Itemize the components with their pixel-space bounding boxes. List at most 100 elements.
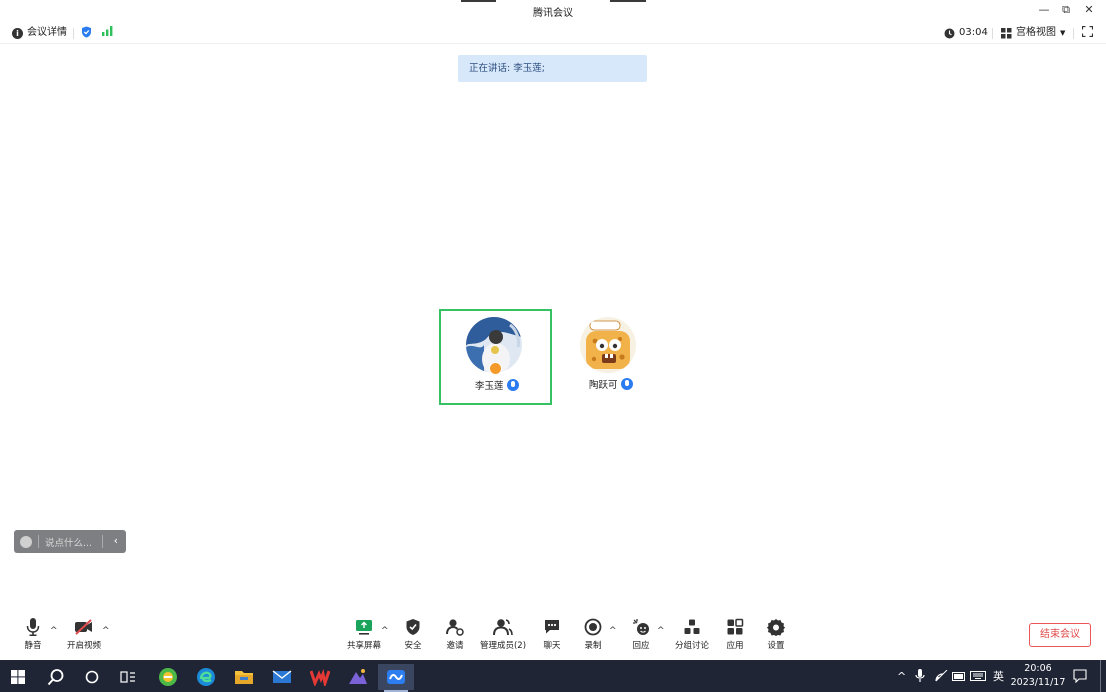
notification-icon <box>1073 669 1087 683</box>
taskbar-app-edge[interactable] <box>188 664 224 690</box>
windows-logo-icon <box>11 670 25 684</box>
start-video-button[interactable]: 开启视频 <box>66 618 102 656</box>
chat-label: 聊天 <box>543 641 561 651</box>
title-bar: 腾讯会议 — ⧉ ✕ <box>0 0 1106 21</box>
close-button[interactable]: ✕ <box>1079 2 1099 18</box>
react-label: 回应 <box>632 641 650 651</box>
security-status[interactable] <box>81 26 92 38</box>
participant-name: 李玉莲 <box>475 378 519 392</box>
add-user-icon <box>446 619 464 636</box>
record-label: 录制 <box>584 641 602 651</box>
battery-icon[interactable] <box>952 660 966 692</box>
security-label: 安全 <box>404 641 422 651</box>
microphone-icon <box>26 618 40 636</box>
view-mode-dropdown[interactable]: 宫格视图 ▼ <box>1001 26 1065 40</box>
folder-icon <box>235 671 253 684</box>
browser-icon <box>159 668 177 686</box>
info-bar: i 会议详情 03:04 宫格视图 ▼ <box>0 22 1106 44</box>
meeting-details-button[interactable]: i 会议详情 <box>12 26 67 40</box>
minimize-button[interactable]: — <box>1034 2 1054 18</box>
network-status[interactable] <box>102 26 114 36</box>
gear-icon <box>767 619 785 636</box>
chat-placeholder: 说点什么... <box>45 537 93 549</box>
settings-label: 设置 <box>767 641 785 651</box>
share-options-chevron-icon[interactable]: ^ <box>381 626 389 636</box>
input-method-indicator[interactable]: 英 <box>993 660 1004 692</box>
taskbar-app-wps[interactable] <box>302 664 338 690</box>
shield-icon <box>406 619 420 635</box>
collapse-chevron-icon[interactable]: ‹ <box>114 534 118 547</box>
keyboard-icon[interactable] <box>970 660 986 692</box>
share-screen-icon <box>356 620 372 635</box>
taskbar-app-explorer[interactable] <box>226 664 262 690</box>
divider <box>73 28 74 39</box>
tray-microphone-icon[interactable] <box>915 660 925 692</box>
manage-members-label: 管理成员(2) <box>479 641 527 651</box>
taskbar-app-mail[interactable] <box>264 664 300 690</box>
apps-button[interactable]: 应用 <box>724 618 746 656</box>
chat-button[interactable]: 聊天 <box>541 618 563 656</box>
breakout-icon <box>684 619 700 634</box>
task-view-button[interactable] <box>110 664 146 690</box>
react-options-chevron-icon[interactable]: ^ <box>657 626 665 636</box>
view-mode-label: 宫格视图 <box>1016 27 1056 38</box>
start-video-label: 开启视频 <box>66 641 101 651</box>
meeting-toolbar: 静音 ^ 开启视频 ^ 共享屏幕 ^ 安全 邀请 管理成员(2) 聊天 录制 ^… <box>0 612 1106 660</box>
meeting-window: 腾讯会议 — ⧉ ✕ i 会议详情 03:04 宫格视图 ▼ 正在讲话: 李玉莲… <box>0 0 1106 660</box>
breakout-rooms-label: 分组讨论 <box>674 641 709 651</box>
share-screen-button[interactable]: 共享屏幕 <box>345 618 383 656</box>
mail-icon <box>272 670 292 683</box>
divider <box>992 28 993 39</box>
emoji-icon[interactable] <box>20 535 32 548</box>
meeting-details-label: 会议详情 <box>27 27 67 38</box>
search-button[interactable] <box>38 664 74 690</box>
restore-button[interactable]: ⧉ <box>1056 2 1076 18</box>
system-clock[interactable]: 20:06 2023/11/17 <box>1010 662 1066 690</box>
window-title: 腾讯会议 <box>533 8 573 19</box>
breakout-rooms-button[interactable]: 分组讨论 <box>672 618 712 656</box>
mute-options-chevron-icon[interactable]: ^ <box>50 626 58 636</box>
participant-tile[interactable]: 陶跃可 <box>552 309 665 405</box>
share-screen-label: 共享屏幕 <box>346 641 381 651</box>
wifi-icon[interactable] <box>935 660 948 692</box>
camera-off-icon <box>75 619 92 635</box>
start-button[interactable] <box>0 664 36 690</box>
host-icon <box>489 362 502 375</box>
taskbar-app-tencent-meeting[interactable] <box>378 664 414 692</box>
tencent-meeting-icon <box>387 670 405 684</box>
quick-chat-input[interactable]: 说点什么... ‹ <box>14 530 126 553</box>
notification-center-button[interactable] <box>1073 660 1087 692</box>
fullscreen-button[interactable] <box>1082 26 1093 37</box>
edge-icon <box>197 668 215 686</box>
manage-members-button[interactable]: 管理成员(2) <box>478 618 528 656</box>
end-meeting-button[interactable]: 结束会议 <box>1029 623 1091 647</box>
title-decoration <box>610 0 646 2</box>
invite-label: 邀请 <box>446 641 464 651</box>
chat-icon <box>545 620 559 634</box>
divider <box>1073 28 1074 39</box>
show-hidden-icons-button[interactable]: ^ <box>897 660 906 692</box>
video-options-chevron-icon[interactable]: ^ <box>102 626 110 636</box>
security-button[interactable]: 安全 <box>402 618 424 656</box>
info-icon: i <box>12 27 23 39</box>
record-button[interactable]: 录制 <box>582 618 604 656</box>
react-button[interactable]: 回应 <box>630 618 652 656</box>
invite-button[interactable]: 邀请 <box>444 618 466 656</box>
windows-taskbar: ^ 英 20:06 2023/11/17 <box>0 660 1106 692</box>
clock-icon <box>944 28 955 38</box>
mute-button[interactable]: 静音 <box>20 618 46 656</box>
record-options-chevron-icon[interactable]: ^ <box>609 626 617 636</box>
participant-name-text: 陶跃可 <box>589 380 618 391</box>
taskbar-app-photos[interactable] <box>340 664 376 690</box>
participant-tile[interactable]: 李玉莲 <box>439 309 552 405</box>
participant-name-text: 李玉莲 <box>475 381 504 392</box>
taskbar-app-browser[interactable] <box>150 664 186 690</box>
participant-name: 陶跃可 <box>589 377 633 391</box>
cortana-button[interactable] <box>74 664 110 690</box>
settings-button[interactable]: 设置 <box>765 618 787 656</box>
show-desktop-button[interactable] <box>1100 660 1101 692</box>
photos-icon <box>349 669 367 684</box>
fullscreen-icon <box>1082 26 1093 37</box>
chevron-down-icon: ▼ <box>1060 29 1066 37</box>
microphone-icon <box>620 378 633 390</box>
